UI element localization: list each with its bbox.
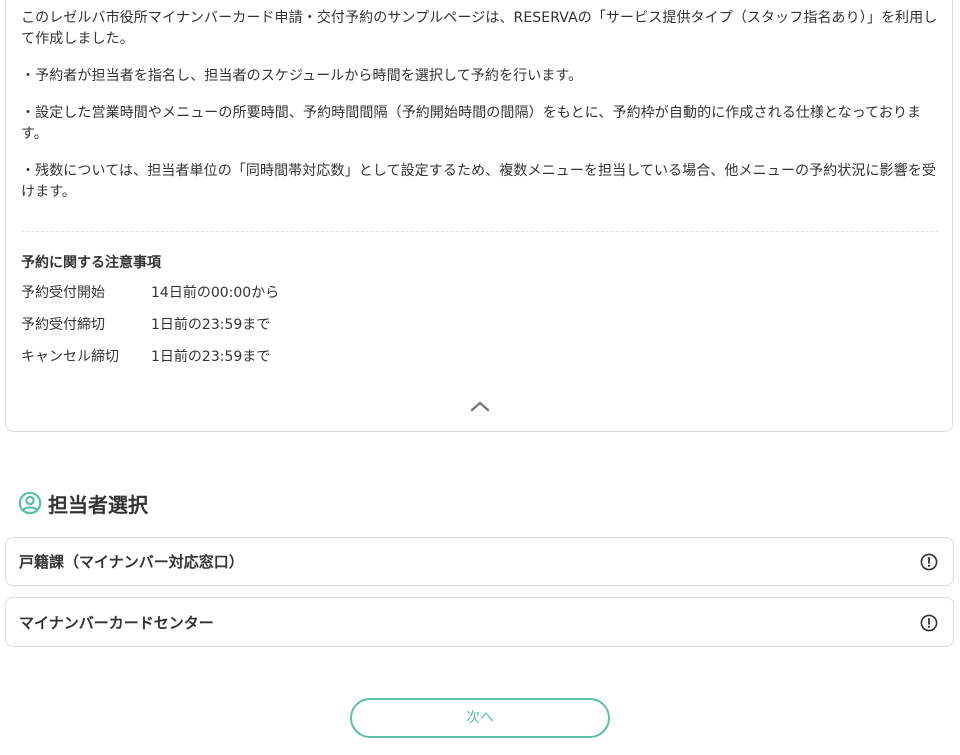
plan-info-card: このレゼルバ市役所マイナンバーカード申請・交付予約のサンプルページは、RESER… — [5, 0, 953, 432]
staff-name: 戸籍課（マイナンバー対応窓口） — [19, 553, 244, 571]
notice-row-cancel: キャンセル締切 1日前の23:59まで — [21, 347, 270, 367]
plan-description: このレゼルバ市役所マイナンバーカード申請・交付予約のサンプルページは、RESER… — [21, 8, 941, 219]
notice-title: 予約に関する注意事項 — [21, 255, 161, 271]
notice-label: 予約受付締切 — [21, 317, 105, 333]
collapse-button[interactable] — [468, 398, 492, 414]
notice-label: 予約受付開始 — [21, 285, 105, 301]
staff-item-family-register[interactable]: 戸籍課（マイナンバー対応窓口） — [5, 537, 954, 586]
next-button[interactable]: 次へ — [350, 698, 610, 738]
description-paragraph: ・予約者が担当者を指名し、担当者のスケジュールから時間を選択して予約を行います。 — [21, 68, 583, 84]
notice-value: 1日前の23:59まで — [151, 317, 271, 333]
description-paragraph: ・残数については、担当者単位の「同時間帯対応数」として設定するため、複数メニュー… — [21, 163, 936, 200]
notice-row-deadline: 予約受付締切 1日前の23:59まで — [21, 315, 270, 335]
notice-value: 1日前の23:59まで — [151, 349, 271, 365]
staff-item-mynumber-center[interactable]: マイナンバーカードセンター — [5, 597, 954, 647]
chevron-up-icon — [470, 401, 490, 412]
staff-section-heading: 担当者選択 — [18, 490, 148, 517]
notice-label: キャンセル締切 — [21, 349, 119, 365]
info-circle-icon[interactable] — [920, 614, 938, 632]
description-paragraph: ・設定した営業時間やメニューの所要時間、予約時間間隔（予約開始時間の間隔）をもと… — [21, 105, 922, 142]
staff-section-title: 担当者選択 — [48, 492, 148, 517]
page: このレゼルバ市役所マイナンバーカード申請・交付予約のサンプルページは、RESER… — [0, 0, 960, 755]
description-paragraph: このレゼルバ市役所マイナンバーカード申請・交付予約のサンプルページは、RESER… — [21, 10, 938, 47]
info-circle-icon[interactable] — [920, 553, 938, 571]
notice-row-start: 予約受付開始 14日前の00:00から — [21, 283, 279, 303]
notice-value: 14日前の00:00から — [151, 285, 280, 301]
user-circle-icon — [18, 491, 42, 515]
divider — [21, 231, 939, 232]
staff-name: マイナンバーカードセンター — [19, 614, 214, 632]
